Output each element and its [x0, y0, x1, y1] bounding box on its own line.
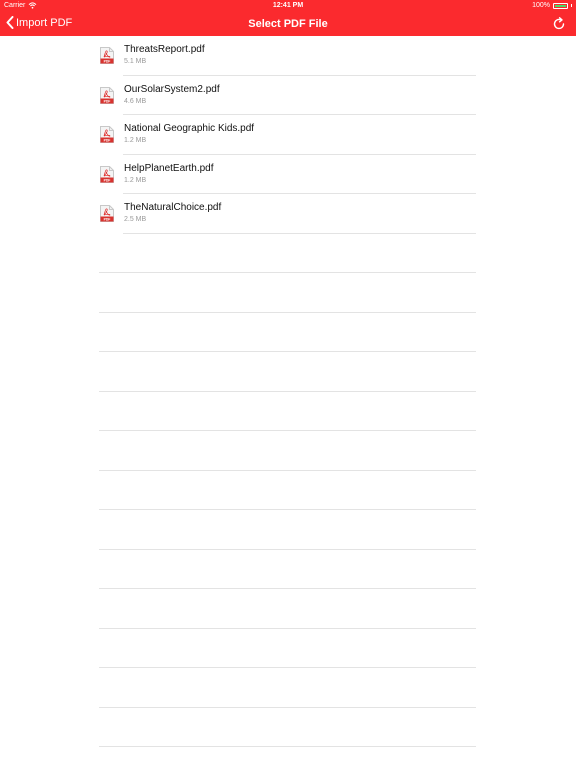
empty-row	[99, 273, 476, 313]
file-row[interactable]: PDF National Geographic Kids.pdf 1.2 MB	[99, 115, 476, 155]
file-row[interactable]: PDF OurSolarSystem2.pdf 4.6 MB	[99, 76, 476, 116]
file-size: 4.6 MB	[124, 97, 147, 105]
pdf-file-icon: PDF	[100, 47, 114, 64]
svg-text:PDF: PDF	[104, 99, 111, 103]
file-row[interactable]: PDF HelpPlanetEarth.pdf 1.2 MB	[99, 155, 476, 195]
refresh-icon[interactable]	[552, 17, 566, 31]
empty-row	[99, 708, 476, 748]
status-bar: Carrier 12:41 PM 100%	[0, 0, 576, 12]
battery-percent: 100%	[532, 2, 550, 9]
empty-row	[99, 234, 476, 274]
file-size: 2.5 MB	[124, 216, 147, 223]
empty-row	[99, 313, 476, 353]
empty-row	[99, 471, 476, 511]
file-row[interactable]: PDF ThreatsReport.pdf 5.1 MB	[99, 36, 476, 76]
empty-row	[99, 392, 476, 432]
file-name: TheNaturalChoice.pdf	[124, 202, 222, 213]
svg-text:PDF: PDF	[104, 218, 111, 222]
svg-text:PDF: PDF	[104, 60, 111, 64]
navigation-bar: Import PDF Select PDF File	[0, 12, 576, 36]
pdf-file-icon: PDF	[100, 165, 114, 183]
app-header: Carrier 12:41 PM 100% Import PDF Select …	[0, 0, 576, 36]
svg-text:PDF: PDF	[104, 178, 111, 182]
file-size: 1.2 MB	[124, 176, 147, 184]
page-title: Select PDF File	[248, 18, 328, 30]
empty-row	[99, 510, 476, 550]
file-list: PDF ThreatsReport.pdf 5.1 MB PDF OurSola…	[99, 36, 476, 747]
status-time: 12:41 PM	[272, 2, 304, 9]
empty-row	[99, 668, 476, 708]
file-row[interactable]: PDF TheNaturalChoice.pdf 2.5 MB	[99, 194, 476, 234]
file-size: 5.1 MB	[124, 58, 147, 65]
empty-row	[99, 589, 476, 629]
empty-row	[99, 550, 476, 590]
pdf-file-icon: PDF	[100, 205, 114, 222]
svg-text:PDF: PDF	[104, 139, 111, 143]
file-name: National Geographic Kids.pdf	[124, 123, 255, 134]
battery-icon	[553, 2, 568, 9]
file-name: HelpPlanetEarth.pdf	[124, 162, 214, 174]
pdf-file-icon: PDF	[100, 86, 114, 104]
file-name: ThreatsReport.pdf	[124, 44, 205, 55]
empty-row	[99, 352, 476, 392]
file-size: 1.2 MB	[124, 137, 147, 144]
empty-row	[99, 431, 476, 471]
empty-row	[99, 629, 476, 669]
pdf-file-icon: PDF	[100, 126, 114, 143]
battery-indicator: 100%	[532, 2, 572, 9]
file-name: OurSolarSystem2.pdf	[124, 83, 220, 95]
